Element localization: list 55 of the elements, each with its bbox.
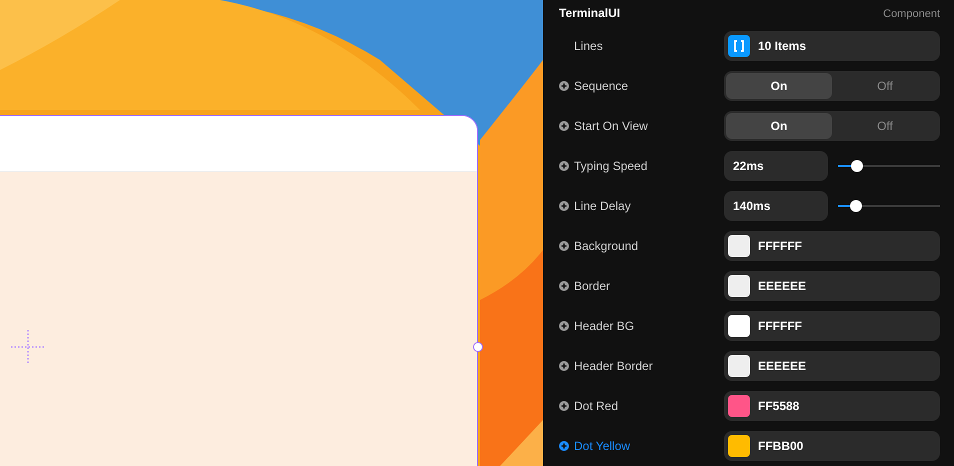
plus-icon[interactable] bbox=[559, 121, 569, 131]
plus-icon[interactable] bbox=[559, 401, 569, 411]
brackets-icon bbox=[728, 35, 750, 57]
color-hex: FFFFFF bbox=[758, 318, 802, 335]
plus-icon[interactable] bbox=[559, 321, 569, 331]
array-count: 10 Items bbox=[758, 38, 806, 55]
segment-option[interactable]: Off bbox=[832, 113, 938, 139]
property-label: Dot Red bbox=[574, 398, 618, 415]
crosshair-icon bbox=[11, 330, 45, 364]
color-swatch[interactable] bbox=[728, 315, 750, 337]
color-swatch[interactable] bbox=[728, 435, 750, 457]
plus-icon[interactable] bbox=[559, 161, 569, 171]
color-hex: EEEEEE bbox=[758, 358, 806, 375]
color-field[interactable]: FFFFFF bbox=[724, 231, 940, 261]
property-label: Typing Speed bbox=[574, 158, 648, 175]
slider-thumb[interactable] bbox=[851, 160, 864, 172]
color-swatch[interactable] bbox=[728, 235, 750, 257]
number-field[interactable]: 140ms bbox=[724, 191, 828, 221]
color-field[interactable]: EEEEEE bbox=[724, 271, 940, 301]
slider-thumb[interactable] bbox=[850, 200, 862, 212]
color-swatch[interactable] bbox=[728, 395, 750, 417]
plus-icon[interactable] bbox=[559, 241, 569, 251]
property-label: Start On View bbox=[574, 118, 648, 135]
slider-track[interactable] bbox=[838, 160, 940, 172]
color-hex: EEEEEE bbox=[758, 278, 806, 295]
property-label: Header BG bbox=[574, 318, 634, 335]
plus-icon[interactable] bbox=[559, 361, 569, 371]
color-hex: FF5588 bbox=[758, 398, 800, 415]
property-label: Dot Yellow bbox=[574, 438, 630, 455]
color-field[interactable]: FFFFFF bbox=[724, 311, 940, 341]
plus-icon[interactable] bbox=[559, 81, 569, 91]
color-hex: FFBB00 bbox=[758, 438, 804, 455]
color-field[interactable]: FFBB00 bbox=[724, 431, 940, 461]
number-field[interactable]: 22ms bbox=[724, 151, 828, 181]
segment-option[interactable]: On bbox=[726, 73, 832, 99]
segment-option[interactable]: On bbox=[726, 113, 832, 139]
color-field[interactable]: FF5588 bbox=[724, 391, 940, 421]
property-label: Sequence bbox=[574, 78, 628, 95]
property-label: Lines bbox=[574, 38, 603, 55]
color-swatch[interactable] bbox=[728, 355, 750, 377]
color-field[interactable]: EEEEEE bbox=[724, 351, 940, 381]
panel-title: TerminalUI bbox=[559, 5, 620, 22]
plus-icon[interactable] bbox=[559, 201, 569, 211]
slider-track[interactable] bbox=[838, 200, 940, 212]
array-field[interactable]: 10 Items bbox=[724, 31, 940, 61]
plus-icon[interactable] bbox=[559, 441, 569, 451]
property-label: Line Delay bbox=[574, 198, 631, 215]
plus-icon[interactable] bbox=[559, 281, 569, 291]
panel-subtitle: Component bbox=[883, 7, 940, 22]
segment-option[interactable]: Off bbox=[832, 73, 938, 99]
property-label: Background bbox=[574, 238, 638, 255]
property-label: Border bbox=[574, 278, 610, 295]
property-label: Header Border bbox=[574, 358, 653, 375]
color-hex: FFFFFF bbox=[758, 238, 802, 255]
color-swatch[interactable] bbox=[728, 275, 750, 297]
